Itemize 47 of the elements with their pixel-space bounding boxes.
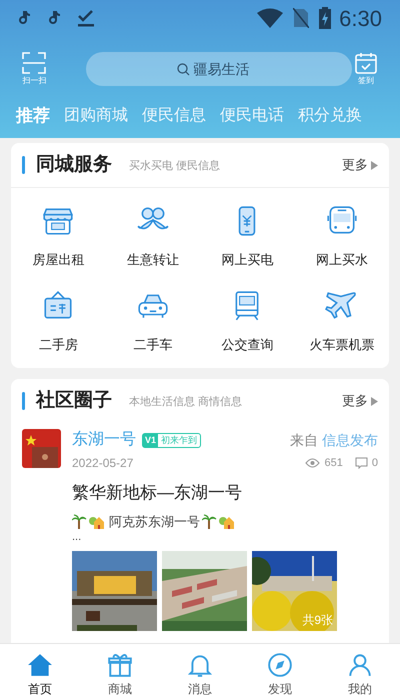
service-item[interactable]: 公交查询 [200, 288, 294, 354]
level-badge: V1 初来乍到 [142, 432, 202, 448]
post-date: 2022-05-27 [72, 455, 134, 472]
section-title: 社区圈子 [36, 388, 112, 413]
download-done-icon [76, 8, 96, 28]
photo-count: 共9张 [302, 612, 333, 629]
gift-icon [107, 652, 133, 678]
triangle-right-icon [371, 396, 378, 406]
source-label: 来自 [290, 430, 318, 450]
service-item[interactable]: 生意转让 [106, 204, 200, 270]
person-icon [347, 652, 373, 678]
no-sim-icon [293, 8, 310, 28]
comment-icon [354, 457, 368, 469]
post-excerpt: 阿克苏东湖一号 [109, 512, 200, 530]
search-icon [176, 63, 190, 76]
status-time: 6:30 [339, 4, 382, 32]
service-item[interactable]: 二手房 [11, 288, 106, 354]
view-count: 651 [324, 456, 343, 471]
section-subtitle: 买水买电 便民信息 [129, 159, 220, 174]
calendar-check-icon [354, 52, 377, 74]
more-link[interactable]: 更多 [342, 391, 378, 411]
ellipsis-text: ... [72, 531, 82, 543]
eye-icon [304, 458, 320, 468]
section-subtitle: 本地生活信息 商情信息 [129, 394, 242, 410]
wifi-icon [257, 8, 284, 28]
palm-tree-icon [72, 514, 87, 529]
service-item[interactable]: 网上买电 [200, 204, 294, 270]
nav-tab[interactable]: 商城 [80, 644, 160, 700]
nav-tab[interactable]: 消息 [160, 644, 240, 700]
more-link[interactable]: 更多 [342, 155, 378, 175]
service-item[interactable]: 二手车 [106, 288, 200, 354]
home-icon [27, 652, 53, 678]
scan-icon [22, 52, 46, 74]
nav-tab[interactable]: 首页 [0, 644, 80, 700]
compass-icon [267, 652, 293, 678]
section-title: 同城服务 [36, 152, 112, 177]
service-item[interactable]: 火车票机票 [294, 288, 389, 354]
triangle-right-icon [371, 160, 378, 170]
post-title: 繁华新地标—东湖一号 [72, 482, 243, 504]
battery-charging-icon [319, 7, 332, 29]
service-item[interactable]: 网上买水 [294, 204, 389, 270]
service-item[interactable]: 房屋出租 [11, 204, 106, 270]
avatar [22, 429, 61, 468]
palm-tree-icon [202, 514, 217, 529]
nav-tab[interactable]: 发现 [240, 644, 320, 700]
comment-count: 0 [372, 456, 378, 471]
nav-tab[interactable]: 我的 [320, 644, 400, 700]
